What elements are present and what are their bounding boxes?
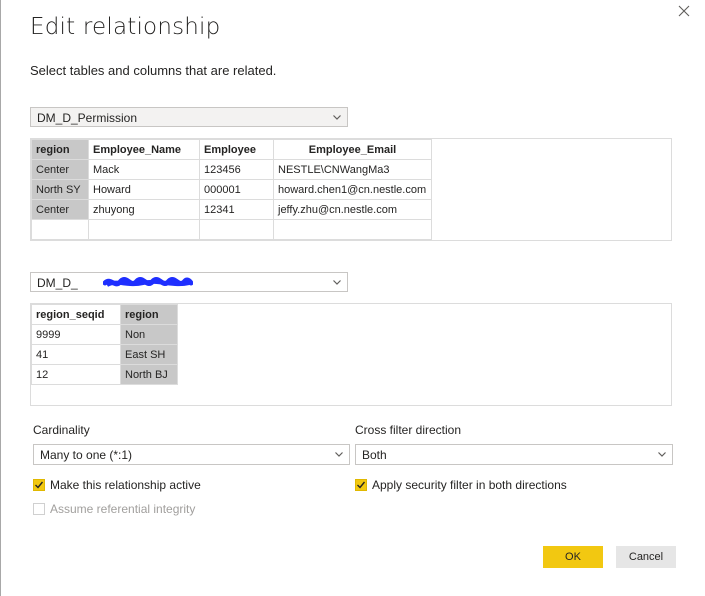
table-row: North SY Howard 000001 howard.chen1@cn.n… bbox=[31, 179, 432, 200]
cross-filter-label: Cross filter direction bbox=[355, 423, 462, 437]
table-cell[interactable]: Center bbox=[31, 199, 89, 220]
referential-integrity-label: Assume referential integrity bbox=[50, 502, 196, 516]
column-header-region[interactable]: region bbox=[31, 139, 89, 160]
chevron-down-icon bbox=[335, 452, 343, 457]
dialog-subtitle: Select tables and columns that are relat… bbox=[30, 63, 277, 78]
redaction-scribble bbox=[103, 277, 193, 287]
table-cell[interactable]: Howard bbox=[88, 179, 200, 200]
table-cell[interactable]: North BJ bbox=[120, 364, 178, 385]
table2-select[interactable]: DM_D_ bbox=[30, 272, 348, 292]
column-header-employee-name[interactable]: Employee_Name bbox=[88, 139, 200, 160]
column-header-region[interactable]: region bbox=[120, 304, 178, 325]
table-row: 9999 Non bbox=[31, 324, 178, 345]
table2-grid: region_seqid region 9999 Non 41 East SH … bbox=[31, 304, 178, 385]
table-header-row: region_seqid region bbox=[31, 304, 178, 325]
table-header-row: region Employee_Name Employee Employee_E… bbox=[31, 139, 432, 160]
table-cell[interactable]: Non bbox=[120, 324, 178, 345]
cross-filter-select[interactable]: Both bbox=[355, 444, 673, 465]
table-cell[interactable]: 000001 bbox=[199, 179, 274, 200]
table-cell[interactable]: 41 bbox=[31, 344, 121, 365]
close-icon bbox=[678, 5, 690, 17]
active-checkbox[interactable] bbox=[33, 479, 45, 491]
cross-filter-value: Both bbox=[362, 448, 387, 462]
chevron-down-icon bbox=[333, 115, 341, 120]
table1-select[interactable]: DM_D_Permission bbox=[30, 107, 348, 127]
table-cell[interactable]: Mack bbox=[88, 159, 200, 180]
table1-grid: region Employee_Name Employee Employee_E… bbox=[31, 139, 432, 240]
table-cell[interactable]: NESTLE\CNWangMa3 bbox=[273, 159, 432, 180]
cancel-button[interactable]: Cancel bbox=[616, 546, 676, 568]
table2-preview: region_seqid region 9999 Non 41 East SH … bbox=[30, 303, 672, 406]
checkmark-icon bbox=[35, 481, 44, 489]
column-header-employee[interactable]: Employee bbox=[199, 139, 274, 160]
table-cell[interactable]: 9999 bbox=[31, 324, 121, 345]
cardinality-select[interactable]: Many to one (*:1) bbox=[33, 444, 350, 465]
close-button[interactable] bbox=[673, 0, 695, 22]
table-cell[interactable]: Center bbox=[31, 159, 89, 180]
dialog-title: Edit relationship bbox=[30, 14, 221, 40]
chevron-down-icon bbox=[658, 452, 666, 457]
column-header-employee-email[interactable]: Employee_Email bbox=[273, 139, 432, 160]
table-cell[interactable]: East SH bbox=[120, 344, 178, 365]
table1-select-value: DM_D_Permission bbox=[37, 111, 138, 125]
security-filter-checkbox[interactable] bbox=[355, 479, 367, 491]
referential-integrity-checkbox bbox=[33, 503, 45, 515]
window-edge bbox=[0, 0, 1, 596]
cardinality-value: Many to one (*:1) bbox=[40, 448, 133, 462]
table-row: 41 East SH bbox=[31, 344, 178, 365]
table-row-empty bbox=[31, 219, 432, 240]
cardinality-label: Cardinality bbox=[33, 423, 90, 437]
security-filter-checkbox-label[interactable]: Apply security filter in both directions bbox=[372, 478, 567, 492]
chevron-down-icon bbox=[333, 280, 341, 285]
table-cell[interactable]: North SY bbox=[31, 179, 89, 200]
table-cell[interactable]: zhuyong bbox=[88, 199, 200, 220]
active-checkbox-label[interactable]: Make this relationship active bbox=[50, 478, 201, 492]
table1-preview: region Employee_Name Employee Employee_E… bbox=[30, 138, 672, 241]
table-cell[interactable]: howard.chen1@cn.nestle.com bbox=[273, 179, 432, 200]
table2-select-value: DM_D_ bbox=[37, 276, 78, 290]
table-cell[interactable]: 12341 bbox=[199, 199, 274, 220]
table-row: Center zhuyong 12341 jeffy.zhu@cn.nestle… bbox=[31, 199, 432, 220]
table-row: Center Mack 123456 NESTLE\CNWangMa3 bbox=[31, 159, 432, 180]
table-row: 12 North BJ bbox=[31, 364, 178, 385]
column-header-region-seqid[interactable]: region_seqid bbox=[31, 304, 121, 325]
checkmark-icon bbox=[357, 481, 366, 489]
table-cell[interactable]: 12 bbox=[31, 364, 121, 385]
ok-button[interactable]: OK bbox=[543, 546, 603, 568]
table-cell[interactable]: jeffy.zhu@cn.nestle.com bbox=[273, 199, 432, 220]
table-cell[interactable]: 123456 bbox=[199, 159, 274, 180]
